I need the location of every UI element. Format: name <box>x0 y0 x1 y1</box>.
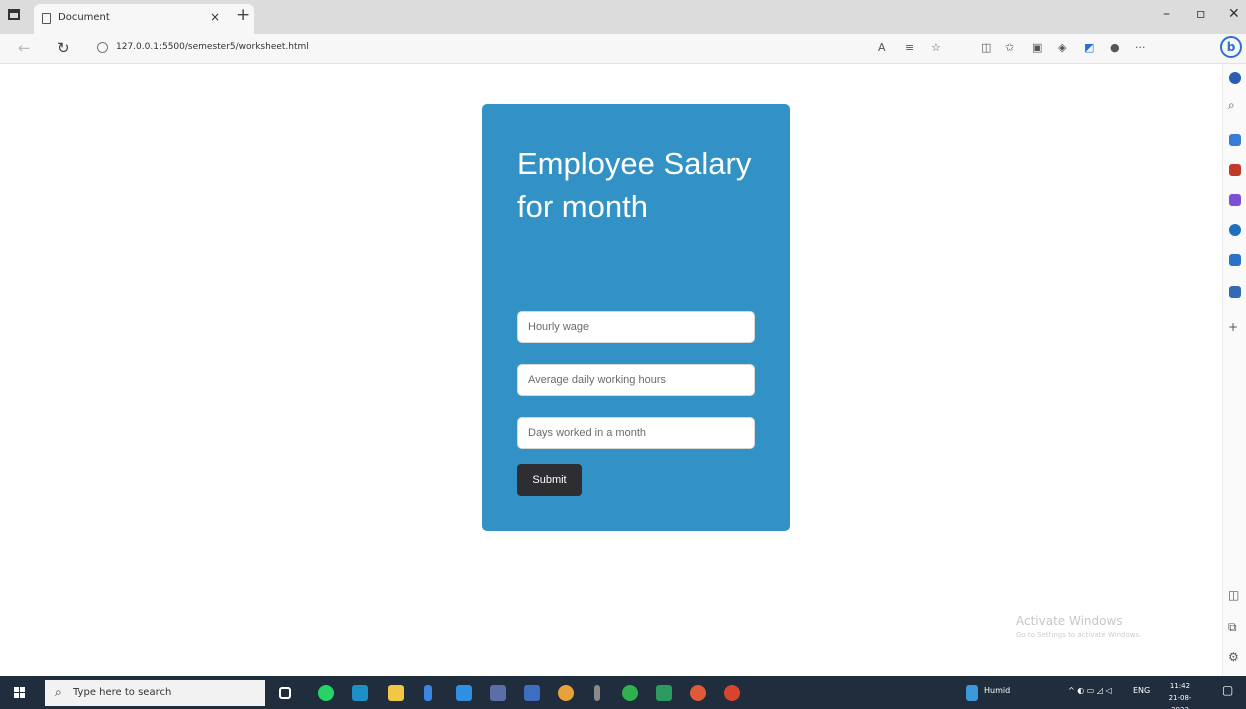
url-field[interactable]: 127.0.0.1:5500/semester5/worksheet.html <box>116 42 309 52</box>
read-aloud-icon[interactable]: A <box>878 41 886 54</box>
browser-essentials-icon[interactable]: ◩ <box>1084 41 1094 54</box>
submit-button[interactable]: Submit <box>517 464 582 496</box>
edge-sidebar: ⌕ + ◫ ⧉ ⚙ <box>1222 64 1246 676</box>
maximize-button[interactable]: ▫ <box>1196 6 1206 22</box>
minimize-button[interactable]: – <box>1163 6 1170 22</box>
tab-document[interactable]: Document × <box>34 4 254 34</box>
spotify-icon[interactable] <box>622 685 638 701</box>
hourly-wage-input[interactable] <box>517 311 755 343</box>
taskbar: ⌕ Type here to search Humid ^ ◐ ▭ ◿ ◁ EN… <box>0 676 1246 709</box>
weather-text[interactable]: Humid <box>984 686 1010 695</box>
split-screen-icon[interactable]: ◫ <box>981 41 991 54</box>
clock-date: 21-08-2023 <box>1168 694 1192 709</box>
taskbar-search-placeholder: Type here to search <box>73 687 172 698</box>
copilot-icon[interactable]: b <box>1220 36 1242 58</box>
activate-windows-watermark: Activate Windows <box>1016 614 1123 628</box>
close-window-button[interactable]: ✕ <box>1228 6 1240 22</box>
taskbar-clock[interactable]: 11:42 21-08-2023 <box>1160 680 1200 709</box>
task-view-icon[interactable] <box>279 687 291 699</box>
excel-icon[interactable] <box>656 685 672 701</box>
tab-title: Document <box>58 12 110 23</box>
start-button[interactable] <box>14 687 26 699</box>
sidebar-layout-icon[interactable]: ◫ <box>1228 588 1239 602</box>
chrome-icon[interactable] <box>558 685 574 701</box>
browser-tab-strip: Document × + – ▫ ✕ <box>0 0 1246 34</box>
store-icon[interactable] <box>424 685 432 701</box>
form-title: Employee Salary for month <box>517 146 752 224</box>
taskbar-search[interactable]: ⌕ Type here to search <box>45 680 265 706</box>
profile-avatar-icon[interactable]: ● <box>1110 41 1120 54</box>
terminal-icon[interactable] <box>594 685 600 701</box>
clock-time: 11:42 <box>1169 682 1191 690</box>
search-icon: ⌕ <box>55 685 62 699</box>
sidebar-tools-icon[interactable] <box>1229 164 1241 176</box>
sidebar-word-icon[interactable] <box>1229 286 1241 298</box>
sidebar-games-icon[interactable] <box>1229 194 1241 206</box>
sidebar-settings-icon[interactable]: ⚙ <box>1228 650 1239 664</box>
reader-view-icon[interactable]: ≡ <box>905 41 914 54</box>
info-icon[interactable] <box>97 42 108 53</box>
sidebar-external-icon[interactable]: ⧉ <box>1228 620 1237 635</box>
mail-icon[interactable] <box>524 685 540 701</box>
page-icon <box>42 13 51 24</box>
vscode-icon[interactable] <box>456 685 472 701</box>
file-explorer-icon[interactable] <box>388 685 404 701</box>
days-worked-input[interactable] <box>517 417 755 449</box>
salary-form-card: Employee Salary for month Submit <box>482 104 790 531</box>
extensions-icon[interactable]: ◈ <box>1058 41 1066 54</box>
chrome-second-icon[interactable] <box>724 685 740 701</box>
sidebar-shopping-icon[interactable] <box>1229 134 1241 146</box>
sidebar-outlook-icon[interactable] <box>1229 254 1241 266</box>
favorite-star-icon[interactable]: ☆ <box>931 41 941 54</box>
weather-icon[interactable] <box>966 685 978 701</box>
teams-icon[interactable] <box>490 685 506 701</box>
tab-close-icon[interactable]: × <box>210 10 220 24</box>
whatsapp-icon[interactable] <box>318 685 334 701</box>
more-options-icon[interactable]: ··· <box>1135 41 1146 54</box>
edge-app-icon[interactable] <box>352 685 368 701</box>
sidebar-magnifier-icon[interactable]: ⌕ <box>1228 98 1235 113</box>
chrome-profile-icon[interactable] <box>690 685 706 701</box>
notifications-icon[interactable]: ▢ <box>1222 683 1233 697</box>
collections-icon[interactable]: ▣ <box>1032 41 1042 54</box>
sidebar-search-icon[interactable] <box>1229 72 1241 84</box>
back-arrow-icon[interactable]: ← <box>18 39 31 57</box>
address-bar: ← ↻ 127.0.0.1:5500/semester5/worksheet.h… <box>0 34 1246 64</box>
refresh-icon[interactable]: ↻ <box>57 39 70 57</box>
new-tab-button[interactable]: + <box>236 5 250 25</box>
sidebar-office-icon[interactable] <box>1229 224 1241 236</box>
daily-hours-input[interactable] <box>517 364 755 396</box>
sidebar-add-icon[interactable]: + <box>1228 320 1238 334</box>
language-indicator[interactable]: ENG <box>1133 686 1150 695</box>
favorites-icon[interactable]: ✩ <box>1005 41 1014 54</box>
tab-actions-icon[interactable] <box>8 9 24 23</box>
system-tray-icons[interactable]: ^ ◐ ▭ ◿ ◁ <box>1068 686 1112 695</box>
activate-windows-subtitle: Go to Settings to activate Windows. <box>1016 631 1142 639</box>
